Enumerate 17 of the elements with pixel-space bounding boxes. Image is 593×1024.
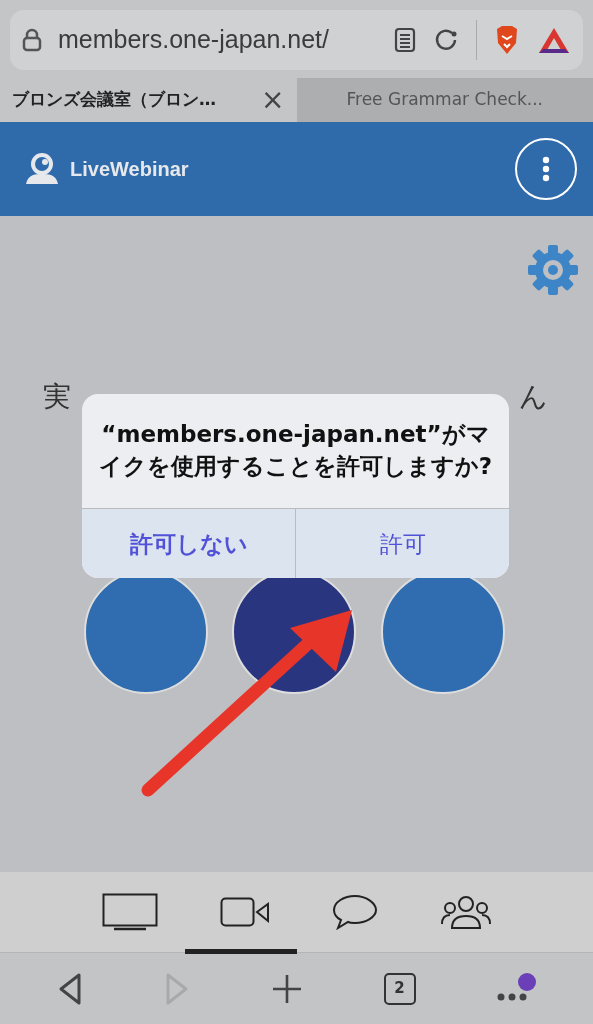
browser-tab[interactable]: Free Grammar Check... — [296, 78, 593, 122]
more-button[interactable] — [515, 138, 577, 200]
tab-count-button[interactable]: 2 — [383, 972, 416, 1005]
people-icon[interactable] — [439, 894, 492, 930]
reader-icon[interactable] — [394, 27, 416, 53]
monitor-icon[interactable] — [101, 893, 158, 931]
chat-bubble-icon[interactable] — [331, 894, 378, 930]
dialog-message: “members.one-japan.net”がマイクを使用することを許可しますか? — [97, 420, 494, 482]
video-camera-icon[interactable] — [219, 897, 270, 927]
brand-name: LiveWebinar — [70, 157, 189, 182]
kebab-icon — [542, 156, 550, 182]
dialog-button[interactable]: 許可 — [295, 508, 509, 579]
plus-icon[interactable] — [270, 972, 303, 1005]
status-message: ん — [519, 379, 548, 415]
dialog-button[interactable]: 許可しない — [82, 508, 295, 579]
status-message: 実 — [43, 379, 71, 415]
lock-icon — [22, 28, 42, 52]
